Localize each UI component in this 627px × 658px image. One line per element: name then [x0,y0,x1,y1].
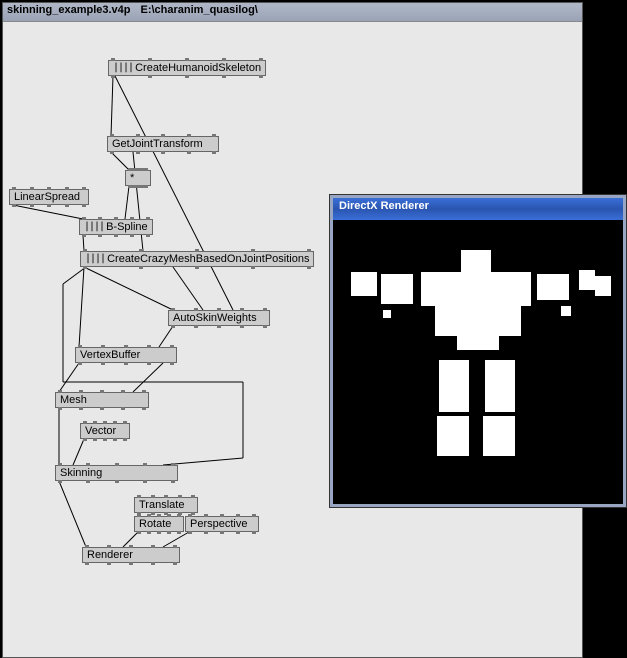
mesh-block [421,272,531,306]
mesh-block [437,416,469,456]
node-create-humanoid[interactable]: ||||CreateHumanoidSkeleton [108,60,266,76]
mesh-block [351,272,377,296]
mesh-block [381,274,413,304]
node-linear-spread[interactable]: LinearSpread [9,189,89,205]
io-icon: |||| [84,220,104,234]
mesh-block [579,270,595,290]
node-auto-skin[interactable]: AutoSkinWeights [168,310,270,326]
node-translate[interactable]: Translate [134,497,198,513]
node-label: CreateHumanoidSkeleton [135,62,261,74]
renderer-window[interactable]: DirectX Renderer [330,195,626,507]
node-label: AutoSkinWeights [173,312,257,324]
node-get-joint[interactable]: GetJointTransform [107,136,219,152]
node-label: * [130,172,134,184]
mesh-block [595,276,611,296]
node-bspline[interactable]: ||||B-Spline [79,219,153,235]
node-label: Mesh [60,394,87,406]
node-rotate[interactable]: Rotate [134,516,184,532]
node-vector[interactable]: Vector [80,423,130,439]
node-label: CreateCrazyMeshBasedOnJointPositions [107,253,309,265]
node-label: B-Spline [106,221,148,233]
node-label: Translate [139,499,184,511]
node-vertex-buffer[interactable]: VertexBuffer [75,347,177,363]
node-skinning[interactable]: Skinning [55,465,178,481]
node-star[interactable]: * [125,170,151,186]
patch-path: E:\charanim_quasilog\ [141,4,258,20]
node-perspective[interactable]: Perspective [185,516,259,532]
io-icon: |||| [113,61,133,75]
patch-titlebar[interactable]: skinning_example3.v4p E:\charanim_quasil… [3,3,582,22]
mesh-block [457,306,499,350]
mesh-block [483,416,515,456]
mesh-block [485,360,515,412]
node-label: Vector [85,425,116,437]
node-label: Renderer [87,549,133,561]
node-label: VertexBuffer [80,349,140,361]
node-label: Rotate [139,518,171,530]
node-renderer[interactable]: Renderer [82,547,180,563]
io-icon: |||| [85,252,105,266]
mesh-block [561,306,571,316]
mesh-block [439,360,469,412]
node-label: LinearSpread [14,191,80,203]
patch-filename: skinning_example3.v4p [7,4,131,20]
mesh-block [383,310,391,318]
renderer-titlebar[interactable]: DirectX Renderer [333,198,623,220]
mesh-block [537,274,569,300]
mesh-block [461,250,491,274]
node-mesh[interactable]: Mesh [55,392,149,408]
node-label: GetJointTransform [112,138,203,150]
node-crazy-mesh[interactable]: ||||CreateCrazyMeshBasedOnJointPositions [80,251,314,267]
renderer-viewport[interactable] [333,220,623,504]
node-label: Skinning [60,467,102,479]
mesh-block [499,306,521,336]
mesh-block [435,306,457,336]
renderer-title-text: DirectX Renderer [339,200,429,212]
node-label: Perspective [190,518,247,530]
